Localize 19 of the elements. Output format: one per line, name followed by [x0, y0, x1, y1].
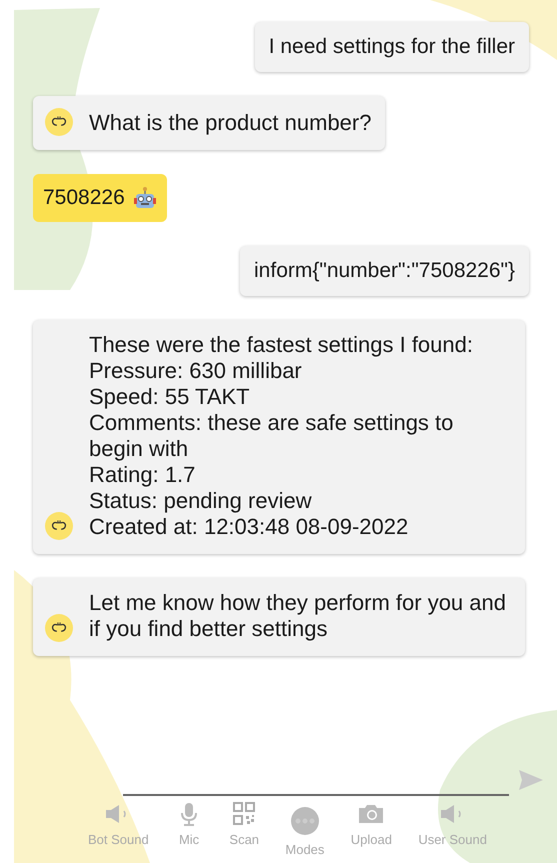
bot-message: What is the product number? [89, 110, 372, 136]
camera-icon [357, 802, 386, 826]
bot-avatar-icon [45, 614, 73, 642]
toolbar-button[interactable]: Upload [350, 802, 392, 857]
send-icon[interactable] [519, 770, 543, 790]
toolbar-button[interactable]: Bot Sound [88, 802, 149, 857]
bot-message: These were the fastest settings I found: Pressure: 630 millibar Speed: 55 TAKT Comments: these are safe settings to begin with Rating: 1.7 Status: pending review Created at: 12:03:48 08-09-2022 [89, 332, 474, 540]
toolbar-button[interactable]: Modes [285, 802, 324, 857]
bot-message: Let me know how they perform for you and if you find better settings [89, 590, 507, 642]
modes-icon [290, 806, 320, 836]
number-chip[interactable]: 7508226 [33, 174, 167, 222]
robot-icon [132, 186, 157, 210]
bot-avatar-icon [45, 512, 73, 540]
bot-avatar-icon [45, 108, 73, 136]
user-message: I need settings for the filler [254, 22, 529, 72]
user-message: inform{"number":"7508226"} [240, 246, 529, 296]
toolbar-button[interactable]: User Sound [418, 802, 487, 857]
toolbar-button[interactable]: Scan [229, 802, 260, 857]
toolbar-button[interactable]: Mic [175, 802, 204, 857]
